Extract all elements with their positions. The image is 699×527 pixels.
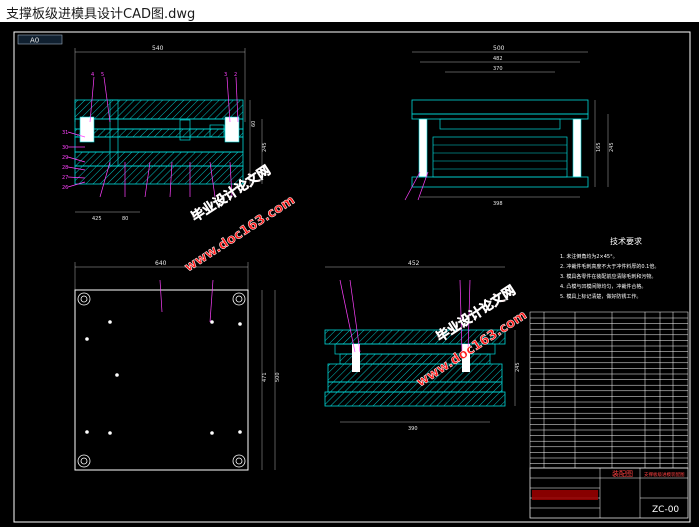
dim-section-side: 245 [515,362,521,372]
dim-plan-height-a: 471 [262,372,268,382]
model-tab-label: A0 [30,37,39,45]
parts-list-table [529,311,689,469]
dim-section-width: 452 [408,260,420,267]
dim-top-width: 540 [152,45,164,52]
dim-left-side-b: 245 [262,142,268,152]
tech-line-5: 5. 模具上标记清楚，做好防锈工作。 [560,293,641,300]
svg-text:5: 5 [101,72,104,78]
dim-plan-height-b: 500 [275,372,281,382]
tech-line-1: 1. 未注倒角均为2×45°。 [560,253,618,260]
title-block-title: 支撑板级进模装配图 [644,471,685,478]
tech-heading: 技术要求 [610,236,642,246]
dim-right-top-mid: 370 [493,66,503,72]
window-title: 支撑板级进模具设计CAD图.dwg [6,7,196,22]
svg-text:28: 28 [62,165,68,171]
dim-plan-width: 640 [155,260,167,267]
tech-requirements: 技术要求 1. 未注倒角均为2×45°。 2. 冲裁件毛刺高度不大于冲件料厚的0… [560,236,659,300]
plan-view-bottom-left: 640 471 500 [74,260,281,471]
tech-line-4: 4. 凸模与凹模间隙均匀，冲裁件合格。 [560,283,646,290]
tech-line-2: 2. 冲裁件毛刺高度不大于冲件料厚的0.1倍。 [560,263,659,270]
dim-right-top-overall: 500 [493,45,505,52]
svg-text:31: 31 [62,130,68,136]
svg-text:27: 27 [62,175,68,181]
dim-left-bottom-b: 80 [122,216,128,222]
side-view-top-right: 500 482 370 398 165 245 [404,45,615,207]
model-tab[interactable] [17,34,63,45]
dim-right-side-b: 245 [609,142,615,152]
drawing-number: ZC-00 [652,505,679,515]
svg-text:26: 26 [62,185,68,191]
svg-text:29: 29 [62,155,68,161]
title-block-company: 装配图 [612,469,633,478]
dim-section-bottom: 390 [408,426,418,432]
cad-canvas[interactable]: A0 540 4532 31 30 29 28 27 26 60 245 425… [0,22,699,527]
dim-left-side-a: 60 [251,121,257,127]
dim-right-bottom: 398 [493,201,503,207]
drawing-sheet[interactable]: A0 540 4532 313029 282726 60 245 425 80 … [0,22,699,527]
svg-text:30: 30 [62,145,68,151]
svg-text:4: 4 [91,72,94,78]
dim-right-side-a: 165 [596,142,602,152]
svg-text:2: 2 [234,72,237,78]
title-block: 装配图 支撑板级进模装配图 ZC-00 [529,467,689,519]
svg-text:3: 3 [224,72,227,78]
title-bar: 支撑板级进模具设计CAD图.dwg [0,0,699,23]
section-view-bottom-middle: 452 390 245 [324,260,521,432]
tech-line-3: 3. 模具各零件在装配前应清除毛刺和污物。 [560,273,656,280]
dim-right-top-inner: 482 [493,56,503,62]
dim-left-bottom-a: 425 [92,216,102,222]
